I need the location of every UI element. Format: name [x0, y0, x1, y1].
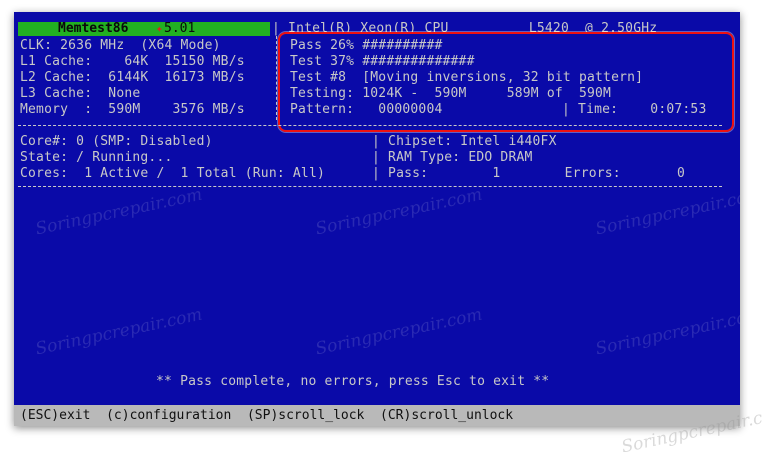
core-line: Core#: 0 (SMP: Disabled): [20, 134, 213, 149]
status-message: ** Pass complete, no errors, press Esc t…: [156, 374, 550, 389]
memtest-screen: Soringpcrepair.com Soringpcrepair.com So…: [14, 12, 740, 426]
watermark: Soringpcrepair.com: [313, 304, 485, 360]
chipset-line: | Chipset: Intel i440FX: [372, 134, 557, 149]
footer-keys[interactable]: (ESC)exit (c)configuration (SP)scroll_lo…: [20, 408, 513, 424]
column-separator: [276, 36, 277, 120]
watermark: Soringpcrepair.com: [593, 304, 740, 360]
l2-cache-line: L2 Cache: 6144K 16173 MB/s: [20, 70, 245, 85]
watermark: Soringpcrepair.com: [593, 184, 740, 240]
memory-line: Memory : 590M 3576 MB/s: [20, 102, 245, 117]
app-name: Memtest86: [58, 21, 129, 36]
watermark: Soringpcrepair.com: [33, 184, 205, 240]
ram-type-line: | RAM Type: EDO DRAM: [372, 150, 533, 165]
footer-bar: (ESC)exit (c)configuration (SP)scroll_lo…: [14, 405, 740, 426]
app-version: 5.01: [164, 21, 196, 36]
cores-line: Cores: 1 Active / 1 Total (Run: All): [20, 166, 326, 181]
watermark: Soringpcrepair.com: [313, 184, 485, 240]
highlight-box: [278, 32, 734, 132]
watermark: Soringpcrepair.com: [33, 304, 205, 360]
star-icon: ✦: [156, 22, 163, 35]
separator: [18, 186, 722, 187]
state-line: State: / Running...: [20, 150, 173, 165]
l1-cache-line: L1 Cache: 64K 15150 MB/s: [20, 54, 245, 69]
l3-cache-line: L3 Cache: None: [20, 86, 141, 101]
separator: [18, 125, 722, 126]
title-bar: [18, 22, 270, 36]
clk-line: CLK: 2636 MHz (X64 Mode): [20, 38, 221, 53]
pass-errors-line: | Pass: 1 Errors: 0: [372, 166, 686, 181]
